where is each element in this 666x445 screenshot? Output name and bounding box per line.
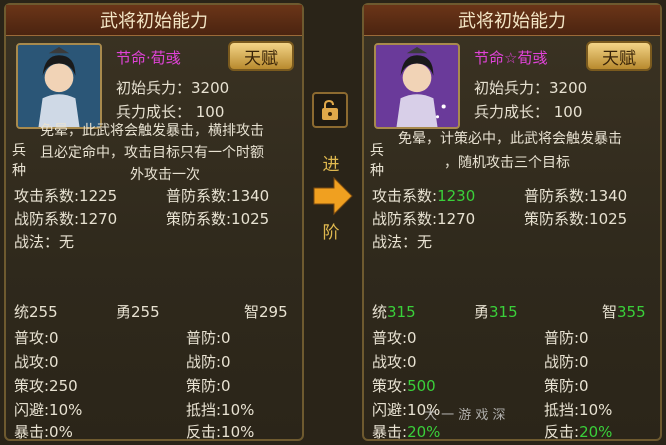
talent-button[interactable]: 天赋 — [228, 41, 294, 71]
troop-growth: 兵力成长： 100 — [474, 103, 583, 121]
hero-panel-before: 武将初始能力 节命·荀彧 天赋 初始兵力：3200 兵力成长： 100 兵 种 … — [4, 3, 304, 441]
battle-atk: 战攻:0 — [14, 353, 59, 371]
hero-portrait-icon — [376, 45, 458, 127]
wisdom-label: 智 — [602, 303, 618, 321]
counter-label: 反击: — [544, 423, 580, 441]
crit: 暴击:20% — [372, 421, 440, 442]
advance-top: 进 — [322, 155, 340, 175]
unlock-button[interactable] — [312, 92, 348, 128]
wisdom-stat: 智295 — [244, 301, 288, 322]
command-label: 统 — [14, 303, 30, 321]
command-value: 255 — [29, 303, 58, 321]
normal-def: 普防:0 — [544, 329, 589, 347]
hero-portrait-icon — [18, 45, 100, 127]
skill-desc-line3: 外攻击一次 — [130, 167, 200, 183]
strategy-def-coef: 策防系数:1025 — [524, 210, 628, 228]
counter-value: 20% — [579, 423, 613, 441]
skill-desc-line2: 且必定命中，攻击目标只有一个时额 — [40, 145, 264, 161]
crit-value: 20% — [407, 423, 441, 441]
advance-bottom: 阶 — [322, 223, 340, 243]
tactic: 战法：无 — [14, 233, 75, 251]
normal-atk: 普攻:0 — [372, 329, 417, 347]
strategy-atk: 策攻:250 — [14, 377, 78, 395]
command-stat: 统255 — [14, 301, 58, 322]
hero-panel-after: 武将初始能力 节命☆荀彧 天赋 初始兵力：3200 兵力成长： 100 兵 种 … — [362, 3, 662, 441]
normal-atk: 普攻:0 — [14, 329, 59, 347]
skill-type-top: 兵 — [370, 143, 384, 159]
strategy-def-coef: 策防系数:1025 — [166, 210, 270, 228]
counter: 反击:20% — [544, 421, 612, 442]
crit: 暴击:0% — [14, 423, 73, 441]
hero-portrait — [16, 43, 102, 129]
watermark: 大 一 游 戏 深 — [424, 408, 506, 423]
valor-label: 勇 — [116, 303, 132, 321]
valor-stat: 勇255 — [116, 301, 160, 322]
battle-def-coef: 战防系数:1270 — [14, 210, 118, 228]
wisdom-stat: 智355 — [602, 301, 646, 322]
block: 抵挡:10% — [544, 401, 613, 419]
skill-type-top: 兵 — [12, 143, 26, 159]
block: 抵挡:10% — [186, 401, 255, 419]
battle-def: 战防:0 — [186, 353, 231, 371]
attack-coef: 攻击系数:1230 — [372, 185, 475, 206]
normal-def-coef: 普防系数:1340 — [166, 187, 270, 205]
normal-def-coef: 普防系数:1340 — [524, 187, 628, 205]
command-label: 统 — [372, 303, 388, 321]
hero-portrait — [374, 43, 460, 129]
valor-value: 315 — [489, 303, 518, 321]
initial-troops: 初始兵力：3200 — [474, 79, 588, 97]
command-value: 315 — [387, 303, 416, 321]
attack-coef-label: 攻击系数: — [372, 187, 438, 205]
hero-name: 节命·荀彧 — [116, 49, 181, 67]
strategy-def: 策防:0 — [544, 377, 589, 395]
unlock-icon — [322, 99, 338, 120]
strategy-atk-label: 策攻: — [372, 377, 408, 395]
attack-coef: 攻击系数:1225 — [14, 187, 118, 205]
tactic: 战法：无 — [372, 233, 433, 251]
talent-button[interactable]: 天赋 — [586, 41, 652, 71]
strategy-atk: 策攻:500 — [372, 375, 436, 396]
panel-title: 武将初始能力 — [6, 5, 302, 36]
normal-def: 普防:0 — [186, 329, 231, 347]
panel-title: 武将初始能力 — [364, 5, 660, 36]
command-stat: 统315 — [372, 301, 416, 322]
strategy-def: 策防:0 — [186, 377, 231, 395]
skill-type-bottom: 种 — [12, 163, 26, 179]
wisdom-label: 智 — [244, 303, 260, 321]
battle-atk: 战攻:0 — [372, 353, 417, 371]
battle-def-coef: 战防系数:1270 — [372, 210, 476, 228]
skill-type-bottom: 种 — [370, 163, 384, 179]
troop-growth: 兵力成长： 100 — [116, 103, 225, 121]
crit-label: 暴击: — [372, 423, 408, 441]
wisdom-value: 295 — [259, 303, 288, 321]
counter: 反击:10% — [186, 423, 255, 441]
strategy-atk-value: 500 — [407, 377, 436, 395]
wisdom-value: 355 — [617, 303, 646, 321]
advance-indicator: 进 阶 — [308, 150, 354, 243]
initial-troops: 初始兵力：3200 — [116, 79, 230, 97]
skill-desc-line1: 免晕，此武将会触发暴击，横排攻击 — [40, 123, 264, 139]
dodge: 闪避:10% — [14, 401, 83, 419]
valor-stat: 勇315 — [474, 301, 518, 322]
valor-value: 255 — [131, 303, 160, 321]
skill-desc-line2: ，随机攻击三个目标 — [444, 155, 570, 171]
battle-def: 战防:0 — [544, 353, 589, 371]
valor-label: 勇 — [474, 303, 490, 321]
advance-arrow-icon — [313, 176, 353, 216]
attack-coef-value: 1230 — [437, 187, 476, 205]
skill-desc-line1: 免晕，计策必中，此武将会触发暴击 — [398, 131, 622, 147]
hero-name: 节命☆荀彧 — [474, 49, 548, 67]
